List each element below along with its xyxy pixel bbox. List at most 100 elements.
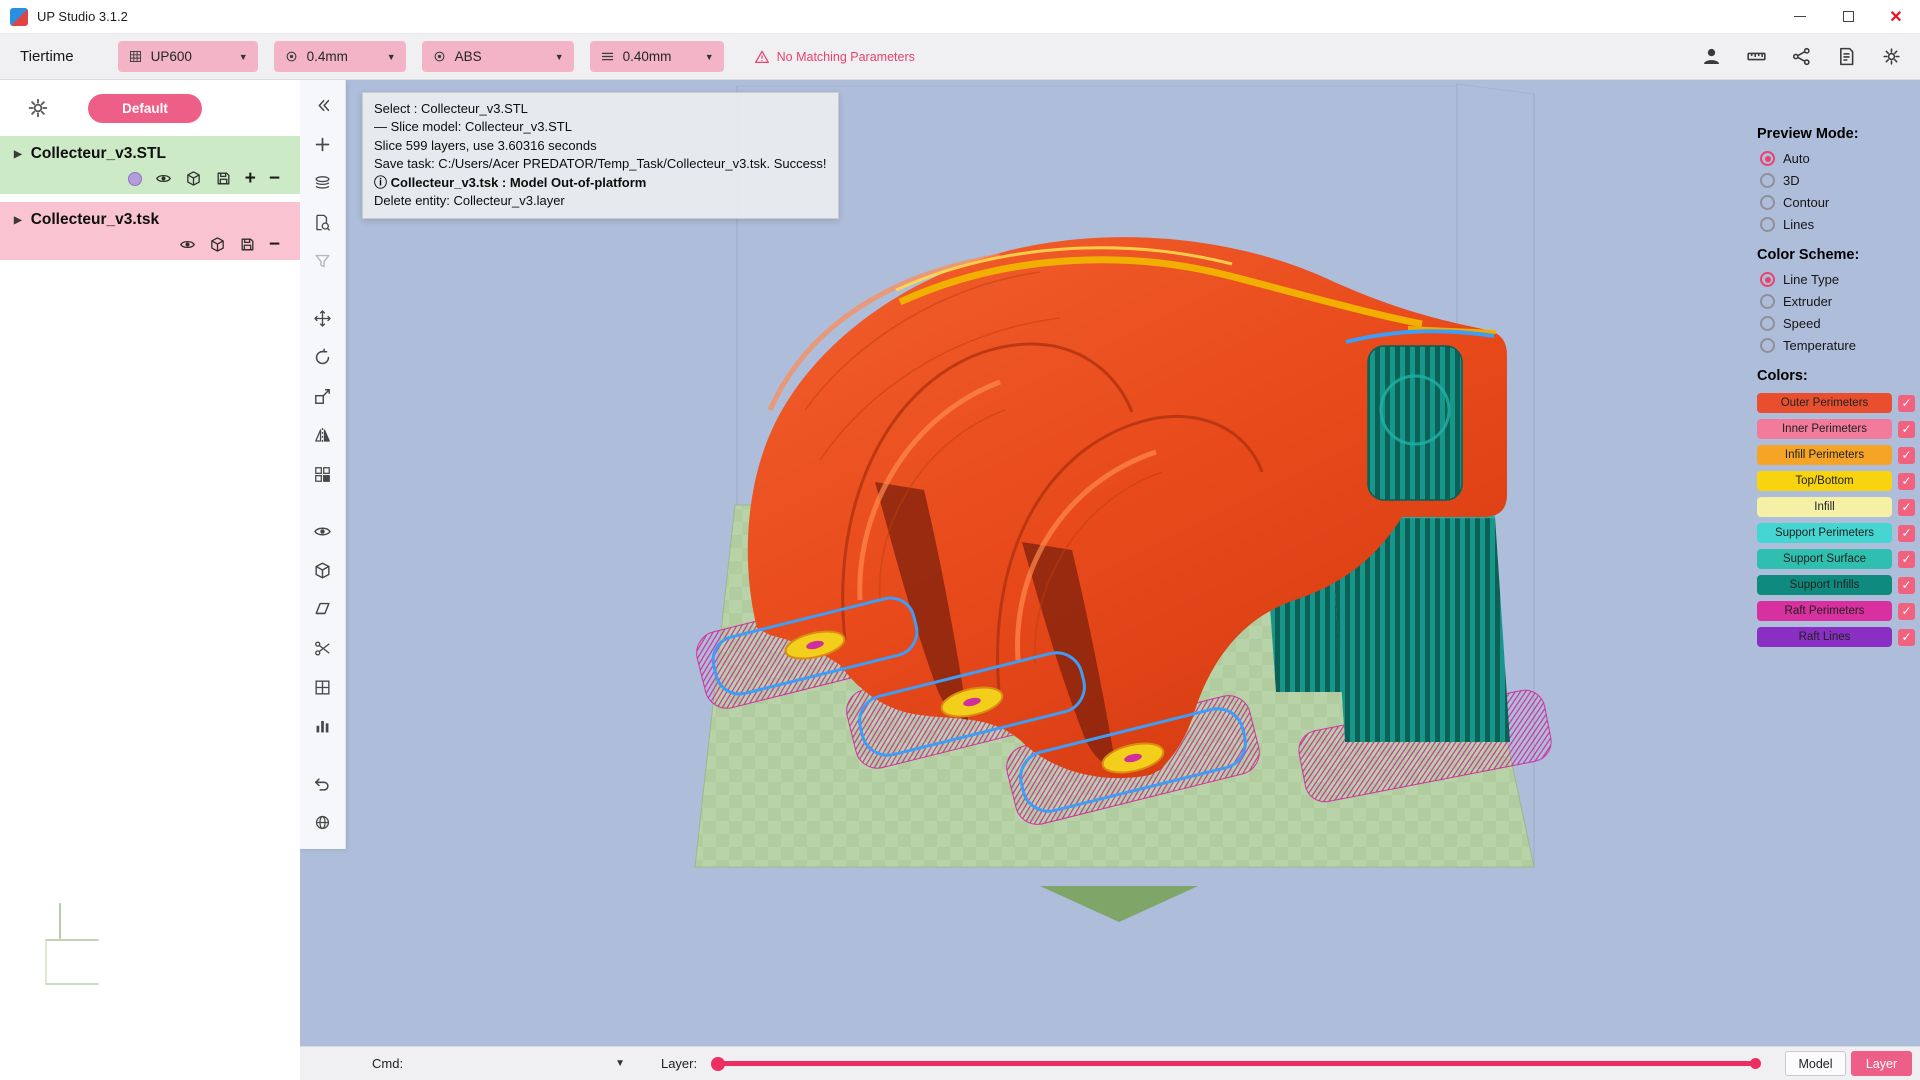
- mirror-tool-button[interactable]: [310, 422, 336, 448]
- color-scheme-temperature[interactable]: Temperature: [1760, 338, 1915, 353]
- reset-view-button[interactable]: [310, 809, 336, 835]
- preview-panel: Preview Mode: Auto 3D Contour Lines Colo…: [1757, 126, 1915, 653]
- model-item-tsk[interactable]: ▶ Collecteur_v3.tsk −: [0, 202, 300, 260]
- maximize-button[interactable]: [1824, 0, 1872, 33]
- log-document-icon[interactable]: [1836, 46, 1857, 67]
- color-scheme-speed[interactable]: Speed: [1760, 316, 1915, 331]
- app-logo-icon: [10, 8, 28, 26]
- slider-handle-end[interactable]: [1750, 1058, 1761, 1069]
- split-model-button[interactable]: [310, 635, 336, 661]
- model-cube-icon[interactable]: [209, 236, 226, 253]
- color-chip[interactable]: Support Infills: [1757, 575, 1892, 595]
- checkbox-checked-icon[interactable]: ✓: [1898, 577, 1915, 594]
- remove-icon[interactable]: −: [269, 238, 280, 252]
- add-model-button[interactable]: [310, 131, 336, 157]
- color-chip[interactable]: Raft Lines: [1757, 627, 1892, 647]
- layer-height-value: 0.40mm: [623, 49, 672, 64]
- preview-mode-3d[interactable]: 3D: [1760, 173, 1915, 188]
- move-tool-button[interactable]: [310, 305, 336, 331]
- checkbox-checked-icon[interactable]: ✓: [1898, 421, 1915, 438]
- color-scheme-line-type[interactable]: Line Type: [1760, 272, 1915, 287]
- color-chip[interactable]: Raft Perimeters: [1757, 601, 1892, 621]
- preset-default-button[interactable]: Default: [88, 94, 202, 123]
- cmd-label: Cmd:: [372, 1056, 403, 1071]
- mirror-icon: [313, 426, 332, 445]
- close-button[interactable]: ✕: [1872, 0, 1920, 33]
- add-icon[interactable]: +: [245, 172, 256, 186]
- preview-mode-contour[interactable]: Contour: [1760, 195, 1915, 210]
- checkbox-checked-icon[interactable]: ✓: [1898, 395, 1915, 412]
- radio-icon[interactable]: [1760, 151, 1775, 166]
- model-view-button[interactable]: Model: [1785, 1051, 1846, 1076]
- layers-icon: [313, 174, 332, 193]
- minimize-button[interactable]: [1776, 0, 1824, 33]
- rotate-tool-button[interactable]: [310, 344, 336, 370]
- checkbox-checked-icon[interactable]: ✓: [1898, 551, 1915, 568]
- minimize-icon: [1794, 16, 1806, 17]
- nozzle-dropdown[interactable]: 0.4mm ▼: [274, 41, 406, 72]
- preview-mode-auto[interactable]: Auto: [1760, 151, 1915, 166]
- radio-icon[interactable]: [1760, 294, 1775, 309]
- title-bar: UP Studio 3.1.2 ✕: [0, 0, 1920, 34]
- undo-button[interactable]: [310, 770, 336, 796]
- radio-icon[interactable]: [1760, 316, 1775, 331]
- color-scheme-extruder[interactable]: Extruder: [1760, 294, 1915, 309]
- merge-button[interactable]: [310, 674, 336, 700]
- preset-gear-icon[interactable]: [26, 96, 50, 120]
- checkbox-checked-icon[interactable]: ✓: [1898, 525, 1915, 542]
- slider-handle-start[interactable]: [711, 1057, 725, 1071]
- checkbox-checked-icon[interactable]: ✓: [1898, 447, 1915, 464]
- layer-height-dropdown[interactable]: 0.40mm ▼: [590, 41, 724, 72]
- color-chip[interactable]: Inner Perimeters: [1757, 419, 1892, 439]
- cmd-dropdown[interactable]: ▼: [615, 1058, 625, 1069]
- settings-gear-icon[interactable]: [1881, 46, 1902, 67]
- color-chip[interactable]: Support Surface: [1757, 549, 1892, 569]
- visibility-button[interactable]: [310, 518, 336, 544]
- radio-icon[interactable]: [1760, 195, 1775, 210]
- checkbox-checked-icon[interactable]: ✓: [1898, 499, 1915, 516]
- radio-icon[interactable]: [1760, 272, 1775, 287]
- solid-view-button[interactable]: [310, 557, 336, 583]
- collapse-panel-button[interactable]: [310, 92, 336, 118]
- viewport-3d[interactable]: Select : Collecteur_v3.STL — Slice model…: [300, 80, 1920, 1046]
- save-icon[interactable]: [215, 170, 232, 187]
- user-icon[interactable]: [1701, 46, 1722, 67]
- share-icon[interactable]: [1791, 46, 1812, 67]
- remove-icon[interactable]: −: [269, 172, 280, 186]
- info-icon: ⓘ: [374, 175, 387, 190]
- surface-view-button[interactable]: [310, 596, 336, 622]
- color-chip[interactable]: Infill Perimeters: [1757, 445, 1892, 465]
- checkbox-checked-icon[interactable]: ✓: [1898, 629, 1915, 646]
- warning-text: No Matching Parameters: [777, 50, 915, 64]
- printer-dropdown[interactable]: UP600 ▼: [118, 41, 258, 72]
- expand-arrow-icon[interactable]: ▶: [14, 215, 22, 226]
- preview-mode-title: Preview Mode:: [1757, 126, 1915, 142]
- slice-preview-button[interactable]: [310, 209, 336, 235]
- array-copy-button[interactable]: [310, 461, 336, 487]
- color-chip[interactable]: Support Perimeters: [1757, 523, 1892, 543]
- scale-tool-button[interactable]: [310, 383, 336, 409]
- checkbox-checked-icon[interactable]: ✓: [1898, 603, 1915, 620]
- radio-icon[interactable]: [1760, 338, 1775, 353]
- statistics-button[interactable]: [310, 713, 336, 739]
- layers-button[interactable]: [310, 170, 336, 196]
- model-item-stl[interactable]: ▶ Collecteur_v3.STL + −: [0, 136, 300, 194]
- color-chip[interactable]: Top/Bottom: [1757, 471, 1892, 491]
- expand-arrow-icon[interactable]: ▶: [14, 149, 22, 160]
- color-chip[interactable]: Infill: [1757, 497, 1892, 517]
- layer-range-slider[interactable]: [713, 1061, 1759, 1066]
- color-chip[interactable]: Outer Perimeters: [1757, 393, 1892, 413]
- radio-icon[interactable]: [1760, 217, 1775, 232]
- model-cube-icon[interactable]: [185, 170, 202, 187]
- calibration-icon[interactable]: [1746, 46, 1767, 67]
- checkbox-checked-icon[interactable]: ✓: [1898, 473, 1915, 490]
- layer-view-button[interactable]: Layer: [1851, 1051, 1912, 1076]
- chevron-down-icon: ▼: [239, 52, 248, 62]
- visibility-eye-icon[interactable]: [155, 170, 172, 187]
- save-icon[interactable]: [239, 236, 256, 253]
- preview-mode-lines[interactable]: Lines: [1760, 217, 1915, 232]
- model-color-dot[interactable]: [128, 172, 142, 186]
- material-dropdown[interactable]: ABS ▼: [422, 41, 574, 72]
- visibility-eye-icon[interactable]: [179, 236, 196, 253]
- radio-icon[interactable]: [1760, 173, 1775, 188]
